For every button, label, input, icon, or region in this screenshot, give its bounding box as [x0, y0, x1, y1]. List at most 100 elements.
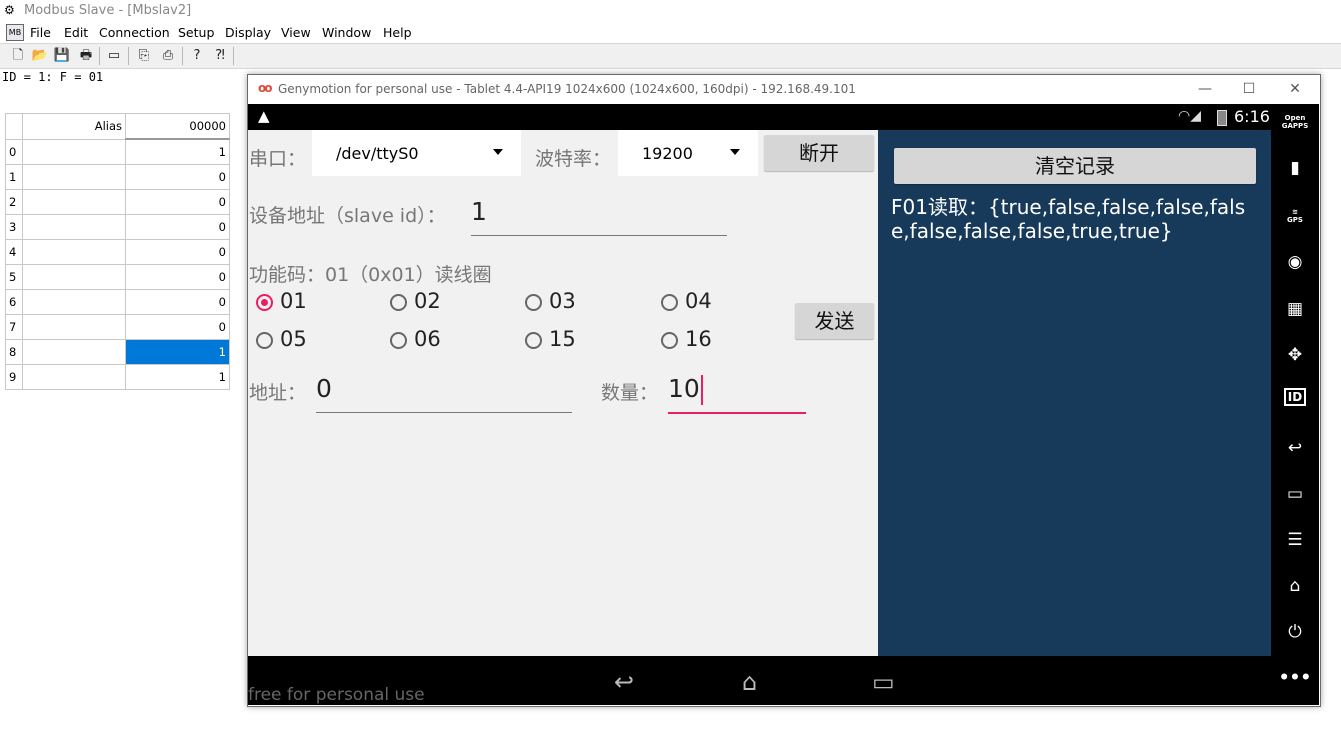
send-button[interactable]: 发送 [795, 303, 874, 339]
recent-icon[interactable]: ▭ [1271, 484, 1319, 504]
id-icon[interactable]: ID [1271, 388, 1319, 406]
document-system-menu-icon[interactable]: MB [6, 24, 24, 41]
alias-cell[interactable] [22, 264, 126, 290]
media-icon[interactable]: ▦ [1271, 299, 1319, 319]
android-back-icon[interactable]: ↩ [1271, 438, 1319, 458]
help-icon[interactable]: ? [188, 47, 206, 65]
context-help-icon[interactable]: ⁈ [211, 47, 229, 65]
alias-cell[interactable] [22, 214, 126, 240]
row-index: 3 [5, 214, 23, 240]
value-cell-selected[interactable]: 1 [125, 339, 230, 365]
disconnect-button[interactable]: 断开 [764, 135, 874, 171]
menu-window[interactable]: Window [322, 25, 371, 40]
menu-display[interactable]: Display [225, 25, 271, 40]
table-row[interactable]: 81 [5, 339, 230, 365]
radio-fc-06[interactable]: 06 [390, 327, 470, 356]
row-index: 7 [5, 314, 23, 340]
baud-spinner[interactable]: 19200 [618, 130, 758, 176]
alias-cell[interactable] [22, 314, 126, 340]
port-spinner[interactable]: /dev/ttyS0 [312, 130, 521, 176]
genymotion-window: oo Genymotion for personal use - Tablet … [247, 74, 1321, 707]
print-icon[interactable]: 🖶 [77, 47, 95, 65]
table-row[interactable]: 30 [5, 214, 230, 240]
value-cell[interactable]: 1 [125, 138, 230, 165]
close-icon[interactable]: ✕ [1280, 78, 1310, 100]
value-cell[interactable]: 0 [125, 289, 230, 315]
camera-icon[interactable]: ◉ [1271, 252, 1319, 272]
table-row[interactable]: 01 [5, 138, 230, 165]
slave-id-input[interactable]: 1 [471, 197, 727, 236]
value-cell[interactable]: 0 [125, 189, 230, 215]
alias-cell[interactable] [22, 239, 126, 265]
open-folder-icon[interactable]: 📂 [31, 47, 49, 65]
value-cell[interactable]: 0 [125, 239, 230, 265]
value-cell[interactable]: 0 [125, 264, 230, 290]
app-title-bar: ⚙ Modbus Slave - [Mbslav2] [0, 0, 1341, 22]
connect-icon[interactable]: ⎘ [135, 47, 153, 65]
count-input[interactable]: 10 [668, 374, 806, 414]
gps-icon[interactable]: ≋ GPS [1271, 208, 1319, 224]
radio-fc-01[interactable]: 01 [256, 289, 336, 318]
table-row[interactable]: 20 [5, 189, 230, 215]
radio-fc-16[interactable]: 16 [661, 327, 741, 356]
status-time: 6:16 [1234, 107, 1270, 126]
menu-file[interactable]: File [30, 25, 51, 40]
menu-icon[interactable]: ☰ [1271, 530, 1319, 550]
port-label: 串口： [249, 148, 307, 170]
alias-cell[interactable] [22, 289, 126, 315]
baud-label: 波特率： [535, 148, 612, 170]
save-icon[interactable]: 💾 [53, 47, 71, 65]
chevron-down-icon [493, 149, 503, 155]
back-icon[interactable]: ↩ [614, 668, 634, 696]
radio-fc-02[interactable]: 02 [390, 289, 470, 318]
modbus-app-icon: ⚙ [4, 3, 15, 17]
table-row[interactable]: 40 [5, 239, 230, 265]
alias-cell[interactable] [22, 339, 126, 365]
radio-fc-03[interactable]: 03 [525, 289, 605, 318]
minimize-icon[interactable]: — [1190, 78, 1220, 100]
row-index: 8 [5, 339, 23, 365]
window-icon[interactable]: ▭ [105, 47, 123, 65]
open-gapps-icon[interactable]: Open GAPPS [1271, 114, 1319, 130]
value-cell[interactable]: 1 [125, 364, 230, 390]
value-cell[interactable]: 0 [125, 314, 230, 340]
row-index: 4 [5, 239, 23, 265]
menu-connection[interactable]: Connection [99, 25, 170, 40]
table-row[interactable]: 50 [5, 264, 230, 290]
disconnect-icon[interactable]: ⎙ [159, 47, 177, 65]
dpad-icon[interactable]: ✥ [1271, 345, 1319, 365]
row-index: 9 [5, 364, 23, 390]
row-index: 6 [5, 289, 23, 315]
battery-icon[interactable]: ▮ [1271, 158, 1319, 178]
home-icon[interactable]: ⌂ [742, 668, 757, 696]
table-row[interactable]: 60 [5, 289, 230, 315]
row-index: 1 [5, 164, 23, 190]
clear-log-button[interactable]: 清空记录 [894, 148, 1256, 184]
radio-fc-15[interactable]: 15 [525, 327, 605, 356]
alias-cell[interactable] [22, 364, 126, 390]
genymotion-title: Genymotion for personal use - Tablet 4.4… [278, 82, 856, 96]
more-icon[interactable]: ••• [1271, 668, 1319, 688]
menu-help[interactable]: Help [383, 25, 412, 40]
maximize-icon[interactable]: ☐ [1234, 78, 1264, 100]
row-index: 2 [5, 189, 23, 215]
table-row[interactable]: 10 [5, 164, 230, 190]
menu-edit[interactable]: Edit [64, 25, 88, 40]
radio-fc-04[interactable]: 04 [661, 289, 741, 318]
menu-view[interactable]: View [281, 25, 311, 40]
table-row[interactable]: 91 [5, 364, 230, 390]
value-cell[interactable]: 0 [125, 214, 230, 240]
address-input[interactable]: 0 [316, 374, 572, 413]
alias-cell[interactable] [22, 189, 126, 215]
power-icon[interactable]: ⏻ [1271, 622, 1319, 642]
radio-fc-05[interactable]: 05 [256, 327, 336, 356]
row-index: 5 [5, 264, 23, 290]
recent-apps-icon[interactable]: ▭ [872, 668, 895, 696]
android-home-icon[interactable]: ⌂ [1271, 576, 1319, 596]
alias-cell[interactable] [22, 138, 126, 165]
value-cell[interactable]: 0 [125, 164, 230, 190]
alias-cell[interactable] [22, 164, 126, 190]
menu-setup[interactable]: Setup [178, 25, 214, 40]
new-file-icon[interactable]: 🗋 [9, 47, 27, 65]
table-row[interactable]: 70 [5, 314, 230, 340]
